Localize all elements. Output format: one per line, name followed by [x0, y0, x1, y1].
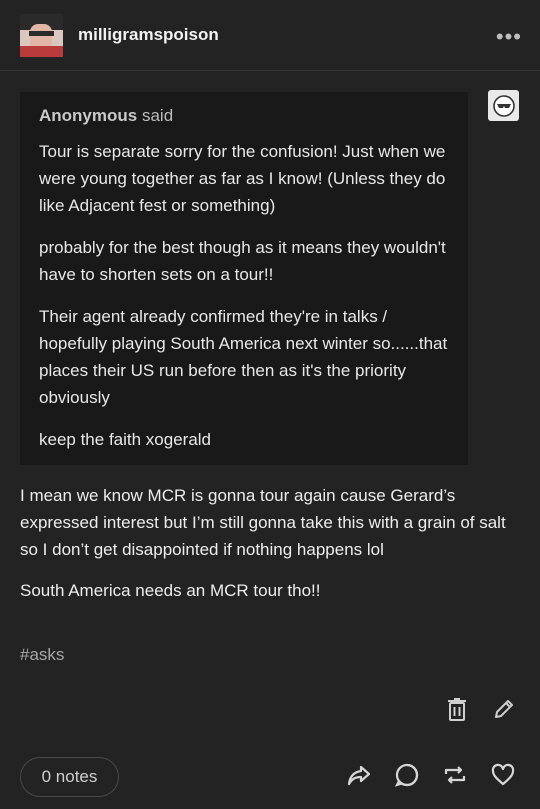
- post-actions: [346, 762, 516, 793]
- post-header: milligramspoison •••: [0, 0, 540, 71]
- ask-paragraph: Their agent already confirmed they're in…: [39, 307, 448, 407]
- reblog-icon[interactable]: [442, 762, 468, 793]
- avatar-shirt: [20, 46, 63, 57]
- ask-box: Anonymous said Tour is separate sorry fo…: [20, 92, 468, 465]
- answer-text: I mean we know MCR is gonna tour again c…: [20, 482, 525, 618]
- post-tag[interactable]: #asks: [20, 645, 64, 665]
- answer-paragraph: South America needs an MCR tour tho!!: [20, 581, 321, 600]
- trash-icon[interactable]: [446, 697, 468, 728]
- anonymous-sunglasses-icon: [488, 90, 519, 121]
- avatar-glasses: [29, 31, 54, 36]
- heart-icon[interactable]: [490, 762, 516, 793]
- user-avatar[interactable]: [20, 14, 63, 57]
- notes-button[interactable]: 0 notes: [20, 757, 119, 797]
- ask-text: Tour is separate sorry for the confusion…: [39, 138, 449, 453]
- reply-bubble-icon[interactable]: [394, 762, 420, 793]
- asker-said: said: [141, 106, 174, 125]
- blog-username[interactable]: milligramspoison: [78, 25, 219, 45]
- ask-paragraph: Tour is separate sorry for the confusion…: [39, 142, 446, 215]
- answer-paragraph: I mean we know MCR is gonna tour again c…: [20, 486, 506, 559]
- pencil-icon[interactable]: [492, 697, 516, 728]
- asker-line: Anonymous said: [39, 106, 449, 126]
- share-icon[interactable]: [346, 762, 372, 793]
- more-options-button[interactable]: •••: [496, 24, 522, 50]
- ask-paragraph: probably for the best though as it means…: [39, 238, 446, 284]
- edit-tools: [446, 697, 516, 728]
- asker-name: Anonymous: [39, 106, 138, 125]
- ask-paragraph: keep the faith xogerald: [39, 430, 212, 449]
